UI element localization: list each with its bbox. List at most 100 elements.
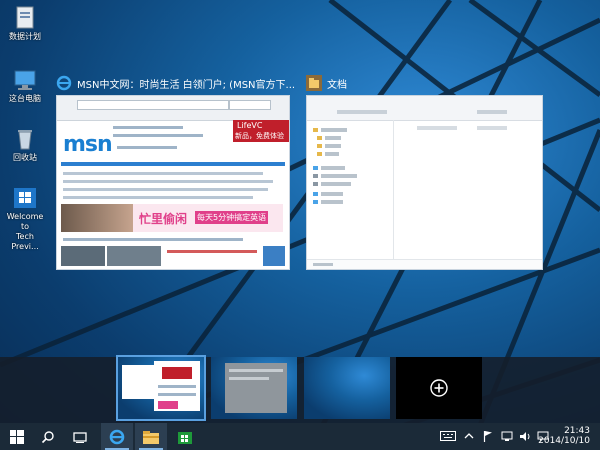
desktop-icon-label-line2: Tech Previ... xyxy=(11,232,39,251)
window-thumbnail xyxy=(122,365,154,399)
virtual-desktop-2[interactable] xyxy=(211,357,297,419)
file-icon xyxy=(12,6,38,30)
network-button[interactable] xyxy=(500,429,514,443)
nav-item xyxy=(325,144,341,148)
clock[interactable]: 21:43 2014/10/10 xyxy=(538,426,590,446)
banner-ad[interactable]: 忙里偷闲 每天5分钟搞定英语 xyxy=(133,204,283,232)
virtual-desktop-3[interactable] xyxy=(304,357,390,419)
browser-tab xyxy=(229,100,271,110)
page-text xyxy=(63,172,263,175)
page-nav xyxy=(61,162,285,166)
browser-toolbar xyxy=(57,96,289,121)
clock-time: 21:43 xyxy=(564,426,590,436)
store-icon xyxy=(178,431,192,444)
window-title-bar: MSN中文网：时尚生活 白领门户; (MSN官方下... xyxy=(56,73,295,93)
folder-icon xyxy=(143,430,159,444)
desktop-icon-this-pc[interactable]: 这台电脑 xyxy=(2,68,48,104)
navigation-pane xyxy=(307,120,394,259)
network-icon xyxy=(501,431,513,441)
banner-text-2: 每天5分钟搞定英语 xyxy=(195,211,269,224)
task-view-icon xyxy=(73,431,87,443)
page-text xyxy=(167,250,257,253)
taskbar-ie-button[interactable] xyxy=(101,423,133,450)
folder-icon xyxy=(317,152,322,156)
desktop-icon-recycle-bin[interactable]: 回收站 xyxy=(2,127,48,163)
new-desktop-button[interactable] xyxy=(396,357,482,419)
banner-image xyxy=(61,204,133,232)
desktop-icon-welcome[interactable]: Welcome to Tech Previ... xyxy=(2,186,48,252)
ad-text-2: 新品，免费体验 xyxy=(235,132,284,140)
drive-icon xyxy=(313,174,318,178)
taskbar-store-button[interactable] xyxy=(169,423,201,450)
task-view-button[interactable] xyxy=(66,423,94,450)
window-title-bar: 文档 xyxy=(306,73,347,93)
nav-item xyxy=(321,166,345,170)
chevron-up-icon xyxy=(464,433,474,439)
address-bar xyxy=(77,100,229,110)
column-header xyxy=(477,126,507,130)
taskbar: 21:43 2014/10/10 xyxy=(0,423,600,450)
page-text xyxy=(63,180,273,183)
desktop-wallpaper-thumbnail xyxy=(304,357,390,419)
search-button[interactable] xyxy=(34,423,62,450)
action-center-flag[interactable] xyxy=(481,429,495,443)
desktop-icon-label: 数据计划 xyxy=(9,32,41,41)
lifevc-ad[interactable]: LifeVC 新品，免费体验 xyxy=(233,120,289,142)
keyboard-button[interactable] xyxy=(438,429,458,443)
desktop-icon-label: 这台电脑 xyxy=(9,94,41,103)
thumb-text xyxy=(229,369,283,372)
thumb-text xyxy=(229,377,269,380)
page-text xyxy=(63,196,253,199)
page-image xyxy=(263,246,285,266)
computer-icon xyxy=(313,166,318,170)
virtual-desktop-1[interactable] xyxy=(116,355,206,421)
nav-item xyxy=(321,128,347,132)
page-text xyxy=(113,134,203,137)
drive-icon xyxy=(313,182,318,186)
window-title: MSN中文网：时尚生活 白领门户; (MSN官方下... xyxy=(77,79,296,91)
page-text xyxy=(113,126,183,129)
explorer-ribbon xyxy=(307,96,542,121)
status-text xyxy=(313,263,333,266)
browser-thumbnail[interactable]: msn LifeVC 新品，免费体验 忙里偷闲 每天5分钟搞定英语 xyxy=(56,95,290,270)
thumb-banner xyxy=(158,401,178,409)
explorer-thumbnail[interactable] xyxy=(306,95,543,270)
ie-icon xyxy=(109,429,125,444)
page-text xyxy=(63,238,243,241)
msn-logo: msn xyxy=(63,132,113,157)
show-hidden-icons-button[interactable] xyxy=(463,429,475,443)
taskbar-file-explorer-button[interactable] xyxy=(135,423,167,450)
window-thumbnail xyxy=(154,361,200,411)
keyboard-icon xyxy=(440,431,456,441)
nav-item xyxy=(321,200,343,204)
page-image xyxy=(107,246,161,266)
volume-button[interactable] xyxy=(518,429,532,443)
start-button[interactable] xyxy=(2,423,32,450)
desktop-icon-data-plan[interactable]: 数据计划 xyxy=(2,6,48,42)
nav-item xyxy=(325,152,339,156)
desktop-icon-label-line1: Welcome to xyxy=(6,212,44,231)
nav-item xyxy=(321,182,351,186)
window-thumbnail xyxy=(225,363,287,413)
computer-icon xyxy=(12,68,38,92)
folder-icon xyxy=(317,136,322,140)
thumb-text xyxy=(158,393,196,396)
page-image xyxy=(61,246,105,266)
volume-icon xyxy=(520,431,530,441)
thumb-ad xyxy=(162,367,192,379)
network-icon xyxy=(313,200,318,204)
thumb-text xyxy=(158,385,196,388)
status-bar xyxy=(307,259,542,269)
network-icon xyxy=(313,192,318,196)
virtual-desktop-bar xyxy=(0,357,600,423)
banner-text-1: 忙里偷闲 xyxy=(139,212,188,226)
nav-item xyxy=(325,136,341,140)
windows-logo-icon xyxy=(10,429,24,444)
column-header xyxy=(417,126,457,130)
ribbon-text xyxy=(477,110,507,114)
page-text xyxy=(63,188,268,191)
clock-date: 2014/10/10 xyxy=(538,436,590,446)
ribbon-text xyxy=(337,110,387,114)
desktop-icon-label: 回收站 xyxy=(13,153,37,162)
ie-icon xyxy=(56,75,72,91)
